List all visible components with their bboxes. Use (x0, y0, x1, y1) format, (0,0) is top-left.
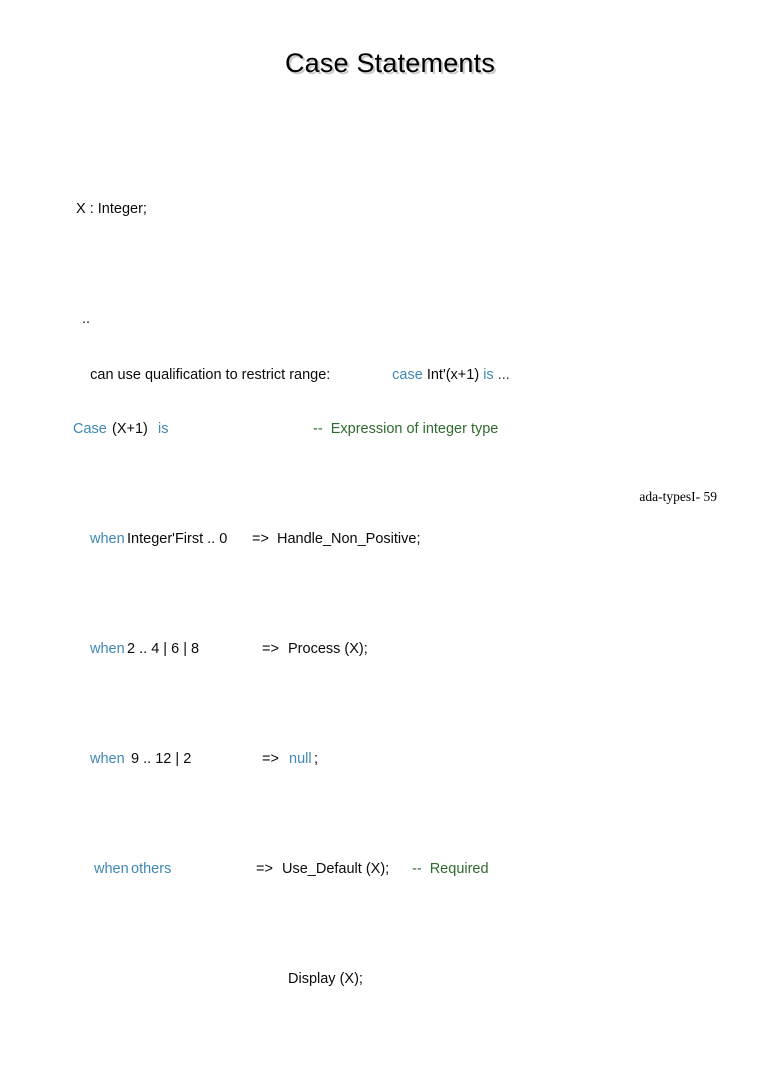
arrow-1: => (252, 531, 269, 547)
code-line-when-2: when 2 .. 4 | 6 | 8 => Process (X); (0, 638, 780, 660)
keyword-others: others (127, 861, 172, 877)
comment-expression-type: -- Expression of integer type (313, 421, 499, 437)
when-action-others: Use_Default (X); (282, 861, 390, 877)
code-block: X : Integer; .. Case (X+1) is -- Express… (0, 110, 780, 1080)
note-ellipsis: ... (493, 367, 510, 383)
keyword-is-note: is (483, 367, 494, 383)
when-choice-3: 9 .. 12 | 2 (123, 751, 192, 767)
qualified-expression: Int'(x+1) (422, 367, 484, 383)
when-action-1: Handle_Non_Positive; (277, 531, 421, 547)
ellipsis-text: .. (82, 311, 91, 327)
comment-required: -- Required (412, 861, 489, 877)
slide-footer: ada-typesI- 59 (639, 489, 717, 504)
declaration-text: X : Integer; (76, 201, 147, 217)
keyword-when-3: when (90, 751, 125, 767)
keyword-when-1: when (90, 531, 125, 547)
qualification-note-code: case Int'(x+1) is ... (368, 345, 510, 405)
qualification-note: can use qualification to restrict range:… (74, 345, 510, 425)
when-choice-2: 2 .. 4 | 6 | 8 (123, 641, 200, 657)
arrow-3: => (262, 751, 279, 767)
arrow-others: => (256, 861, 273, 877)
when-choice-1: Integer'First .. 0 (123, 531, 228, 547)
code-line-declaration: X : Integer; (0, 198, 780, 220)
slide: Case Statements X : Integer; .. Case (X+… (0, 0, 780, 987)
when-action-2: Process (X); (288, 641, 368, 657)
code-line-spacer (0, 1078, 780, 1080)
keyword-when-2: when (90, 641, 125, 657)
keyword-case-note: case (392, 367, 423, 383)
when-action-3-terminator: ; (314, 751, 319, 767)
code-line-when-1: when Integer'First .. 0 => Handle_Non_Po… (0, 528, 780, 550)
code-line-when-3: when 9 .. 12 | 2 => null ; (0, 748, 780, 770)
keyword-null: null (289, 751, 312, 767)
code-line-when-others: when others => Use_Default (X); -- Requi… (0, 858, 780, 880)
display-action: Display (X); (288, 971, 363, 987)
qualification-note-text: can use qualification to restrict range: (90, 367, 331, 383)
code-line-display: Display (X); (0, 968, 780, 990)
keyword-when-others: when (94, 861, 129, 877)
page-title: Case Statements (284, 48, 496, 78)
code-line-ellipsis: .. (0, 308, 780, 330)
arrow-2: => (262, 641, 279, 657)
